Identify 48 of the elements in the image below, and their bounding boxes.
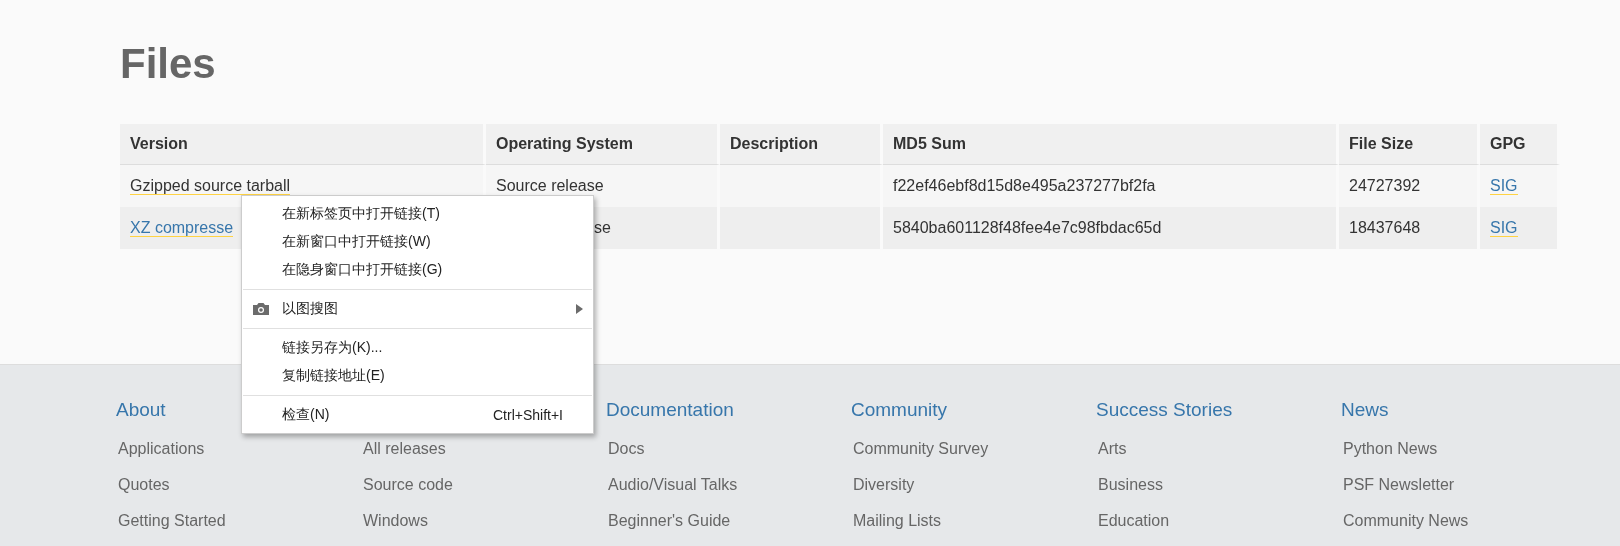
table-cell: Source release: [496, 177, 604, 194]
column-header: File Size: [1339, 124, 1480, 165]
menu-item[interactable]: 复制链接地址(E): [242, 362, 593, 390]
column-header: Operating System: [486, 124, 720, 165]
column-header: GPG: [1480, 124, 1560, 165]
footer-heading[interactable]: News: [1341, 399, 1389, 420]
menu-item[interactable]: 检查(N) Ctrl+Shift+I: [242, 401, 593, 429]
footer-link[interactable]: Source code: [361, 473, 453, 510]
menu-item[interactable]: 在新窗口中打开链接(W): [242, 228, 593, 256]
column-header: Version: [120, 124, 486, 165]
menu-item[interactable]: 链接另存为(K)...: [242, 334, 593, 362]
footer-link[interactable]: Arts: [1096, 437, 1127, 474]
menu-item[interactable]: 在新标签页中打开链接(T): [242, 200, 593, 228]
table-cell: f22ef46ebf8d15d8e495a237277bf2fa: [893, 177, 1156, 194]
footer-link[interactable]: All releases: [361, 437, 446, 474]
footer-link[interactable]: Windows: [361, 509, 428, 546]
footer-link[interactable]: Business: [1096, 473, 1163, 510]
table-cell: 5840ba601128f48fee4e7c98fbdac65d: [893, 219, 1162, 236]
table-cell: 24727392: [1349, 177, 1421, 194]
footer-link[interactable]: Community News: [1341, 509, 1469, 546]
menu-item[interactable]: 以图搜图: [242, 295, 593, 323]
footer-link[interactable]: Python News: [1341, 437, 1438, 474]
footer-heading[interactable]: About: [116, 399, 166, 420]
footer-link[interactable]: Education: [1096, 509, 1170, 546]
column-header: MD5 Sum: [883, 124, 1339, 165]
table-cell: se: [594, 219, 611, 236]
footer-link[interactable]: Mailing Lists: [851, 509, 942, 546]
footer-link[interactable]: Docs: [606, 437, 645, 474]
footer-heading[interactable]: Success Stories: [1096, 399, 1233, 420]
menu-item[interactable]: 在隐身窗口中打开链接(G): [242, 256, 593, 284]
file-link[interactable]: SIG: [1490, 219, 1518, 237]
footer-link[interactable]: Beginner's Guide: [606, 509, 731, 546]
footer-link[interactable]: Getting Started: [116, 509, 226, 546]
footer-link[interactable]: Community Survey: [851, 437, 989, 474]
footer-link[interactable]: Quotes: [116, 473, 170, 510]
footer-link[interactable]: Audio/Visual Talks: [606, 473, 738, 510]
table-cell: 18437648: [1349, 219, 1421, 236]
page-heading: Files: [120, 39, 217, 89]
submenu-arrow-icon: [576, 304, 583, 314]
footer-heading[interactable]: Community: [851, 399, 948, 420]
file-link[interactable]: XZ compresse: [130, 219, 234, 237]
footer-link[interactable]: Applications: [116, 437, 205, 474]
footer-heading[interactable]: Documentation: [606, 399, 734, 420]
footer-link[interactable]: PSF Newsletter: [1341, 473, 1455, 510]
footer-link[interactable]: Diversity: [851, 473, 915, 510]
file-link[interactable]: SIG: [1490, 177, 1518, 195]
camera-icon: [252, 302, 270, 316]
column-header: Description: [720, 124, 883, 165]
